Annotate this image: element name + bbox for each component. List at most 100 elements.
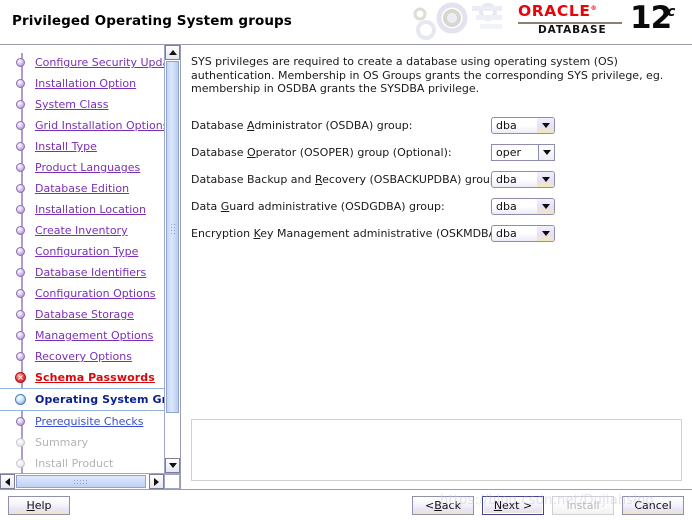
step-dot-icon — [16, 205, 25, 214]
oracle-version-number: 12 — [630, 0, 672, 36]
sidebar-step-configuration-type[interactable]: Configuration Type — [0, 241, 164, 262]
scroll-down-arrow-icon[interactable] — [165, 458, 180, 473]
sidebar-step-label: Management Options — [35, 329, 154, 342]
sidebar-step-installation-location[interactable]: Installation Location — [0, 199, 164, 220]
oskmdba-group-select[interactable]: dba — [491, 224, 555, 242]
label-prefix: Database — [191, 145, 247, 159]
scrollbar-corner — [164, 474, 180, 489]
step-dot-icon — [16, 438, 25, 447]
scroll-up-arrow-icon[interactable] — [165, 45, 180, 60]
step-node-icon — [10, 52, 33, 73]
step-node-icon — [10, 432, 33, 453]
step-dot-icon — [16, 184, 25, 193]
step-node-icon — [10, 346, 33, 367]
selected-value: dba — [496, 173, 517, 185]
sidebar-step-label: Installation Location — [35, 203, 146, 216]
sidebar-step-database-edition[interactable]: Database Edition — [0, 178, 164, 199]
form-row: Database Administrator (OSDBA) group: dba — [191, 112, 684, 139]
sidebar-step-operating-system-groups[interactable]: Operating System Groups — [0, 388, 164, 411]
selected-value: dba — [496, 200, 517, 212]
sidebar-step-installation-option[interactable]: Installation Option — [0, 73, 164, 94]
next-button[interactable]: Next > — [482, 495, 544, 515]
oracle-brand-text: ORACLE® — [518, 2, 598, 20]
scroll-left-arrow-icon[interactable] — [0, 474, 15, 489]
sidebar-vertical-scrollbar[interactable] — [164, 45, 180, 473]
osoper-group-select[interactable]: oper — [491, 143, 555, 161]
osdgdba-group-select[interactable]: dba — [491, 197, 555, 215]
label-suffix: ecovery (OSBACKUPDBA) group: — [322, 172, 501, 186]
oskmdba-group-select-label: Encryption Key Management administrative… — [191, 227, 540, 240]
sidebar-inner: Configure Security Updates Installation O… — [0, 45, 180, 473]
sidebar-step-recovery-options[interactable]: Recovery Options — [0, 346, 164, 367]
osdba-group-select[interactable]: dba — [491, 116, 555, 134]
oracle-installer-window: Privileged Operating System groups ORACL… — [0, 0, 692, 520]
form-row: Database Backup and Recovery (OSBACKUPDB… — [191, 166, 684, 193]
horizontal-scrollbar-thumb[interactable] — [16, 475, 146, 488]
label-prefix: Data — [191, 199, 221, 213]
label-suffix: dministrator (OSDBA) group: — [254, 118, 413, 132]
sidebar-step-label: Install Type — [35, 140, 97, 153]
sidebar-step-configuration-options[interactable]: Configuration Options — [0, 283, 164, 304]
chevron-down-icon[interactable] — [538, 144, 554, 160]
sidebar-step-management-options[interactable]: Management Options — [0, 325, 164, 346]
sidebar-step-database-identifiers[interactable]: Database Identifiers — [0, 262, 164, 283]
install-button: Install — [552, 495, 614, 515]
wizard-nav-buttons: < Back Next > Install Cancel — [412, 495, 684, 515]
back-button-label: ack — [441, 498, 461, 512]
sidebar-step-label: Create Inventory — [35, 224, 128, 237]
next-button-label: ext > — [502, 498, 533, 512]
next-mnemonic: N — [493, 498, 503, 512]
sidebar-step-system-class[interactable]: System Class — [0, 94, 164, 115]
step-node-icon — [10, 178, 33, 199]
window-header: Privileged Operating System groups ORACL… — [0, 0, 692, 45]
osoper-group-select-label: Database Operator (OSOPER) group (Option… — [191, 146, 491, 159]
sidebar-step-product-languages[interactable]: Product Languages — [0, 157, 164, 178]
help-mnemonic: H — [26, 498, 35, 512]
sidebar-step-label: Database Identifiers — [35, 266, 147, 279]
selected-value: dba — [496, 227, 517, 239]
scrollbar-grip-icon — [170, 223, 177, 235]
vertical-scrollbar-thumb[interactable] — [166, 61, 179, 413]
sidebar-step-prerequisite-checks[interactable]: Prerequisite Checks — [0, 411, 164, 432]
sidebar-step-database-storage[interactable]: Database Storage — [0, 304, 164, 325]
sidebar-step-install-type[interactable]: Install Type — [0, 136, 164, 157]
help-button[interactable]: Help — [8, 495, 70, 515]
sidebar-horizontal-scrollbar[interactable] — [0, 473, 180, 489]
label-suffix: uard administrative (OSDGDBA) group: — [229, 199, 445, 213]
step-node-icon — [10, 283, 33, 304]
step-node-icon — [10, 453, 33, 473]
os-groups-form: Database Administrator (OSDBA) group: dba… — [191, 112, 684, 247]
chevron-down-icon[interactable] — [537, 225, 554, 241]
back-button[interactable]: < Back — [412, 495, 474, 515]
scroll-right-arrow-icon[interactable] — [149, 474, 164, 489]
chevron-down-icon[interactable] — [537, 117, 554, 133]
osbackupdba-group-select[interactable]: dba — [491, 170, 555, 188]
selected-value: dba — [496, 119, 517, 131]
chevron-down-icon[interactable] — [537, 198, 554, 214]
sidebar-step-label: Installation Option — [35, 77, 137, 90]
sidebar-step-grid-installation-options[interactable]: Grid Installation Options — [0, 115, 164, 136]
sidebar-step-configure-security-updates[interactable]: Configure Security Updates — [0, 52, 164, 73]
osdba-group-select-label: Database Administrator (OSDBA) group: — [191, 119, 491, 132]
sidebar-step-label: Operating System Groups — [35, 393, 164, 406]
step-dot-icon — [16, 79, 25, 88]
label-prefix: Database — [191, 118, 247, 132]
step-dot-icon — [16, 100, 25, 109]
sidebar-step-label: Database Edition — [35, 182, 130, 195]
back-mnemonic: B — [434, 498, 442, 512]
sidebar-step-create-inventory[interactable]: Create Inventory — [0, 220, 164, 241]
form-row: Data Guard administrative (OSDGDBA) grou… — [191, 193, 684, 220]
form-row: Database Operator (OSOPER) group (Option… — [191, 139, 684, 166]
step-dot-icon — [16, 121, 25, 130]
sidebar-step-label: Configure Security Updates — [35, 56, 164, 69]
page-title: Privileged Operating System groups — [12, 13, 292, 29]
chevron-down-icon[interactable] — [537, 171, 554, 187]
step-dot-icon — [16, 417, 25, 426]
wizard-button-bar: Help https://blog.csdn.net/Dujiahsing < … — [0, 489, 692, 520]
cancel-button[interactable]: Cancel — [622, 495, 684, 515]
description-text: SYS privileges are required to create a … — [191, 55, 664, 95]
step-dot-icon — [16, 268, 25, 277]
sidebar-step-schema-passwords[interactable]: × Schema Passwords — [0, 367, 164, 388]
window-body: Configure Security Updates Installation O… — [0, 45, 692, 489]
steps-viewport: Configure Security Updates Installation O… — [0, 45, 164, 473]
